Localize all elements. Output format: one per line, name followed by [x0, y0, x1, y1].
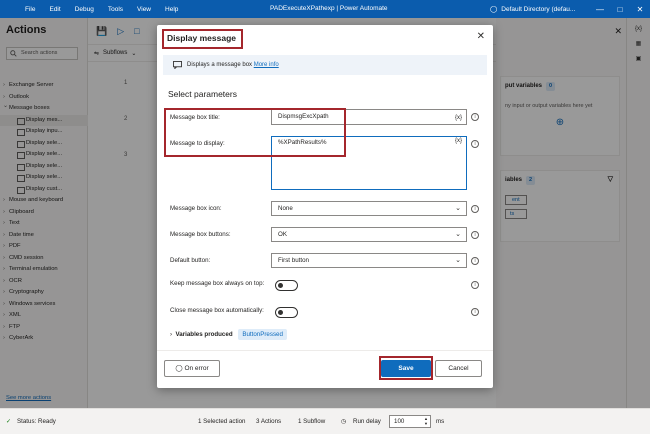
user-icon: ◯ — [490, 6, 498, 13]
auto-close-toggle[interactable] — [275, 307, 298, 318]
status-bar: ✓ Status: Ready 1 Selected action 3 Acti… — [0, 408, 650, 434]
message-to-display-input[interactable]: %XPathResults% {x} — [271, 136, 467, 190]
stepper-icon[interactable]: ▲ ▼ — [424, 416, 428, 426]
menu-help[interactable]: Help — [158, 6, 185, 13]
message-box-buttons-select[interactable]: OK ⌄ — [271, 227, 467, 242]
auto-close-label: Close message box automatically: — [170, 307, 264, 314]
window-title: PADExecuteXPathexp | Power Automate — [270, 5, 388, 12]
maximize-icon[interactable]: □ — [610, 0, 630, 18]
menu-bar: File Edit Debug Tools View Help — [18, 6, 185, 13]
run-delay-value: 100 — [394, 418, 405, 425]
keep-on-top-label: Keep message box always on top: — [170, 280, 265, 287]
on-error-button[interactable]: ◯ On error — [164, 360, 220, 377]
status-text: Status: Ready — [17, 418, 56, 425]
message-box-icon-value: None — [278, 205, 293, 212]
message-box-title-label: Message box title: — [170, 114, 220, 121]
title-bar: File Edit Debug Tools View Help PADExecu… — [0, 0, 650, 18]
minimize-icon[interactable]: — — [590, 0, 610, 18]
shield-icon: ◯ — [175, 365, 183, 372]
save-button[interactable]: Save — [381, 360, 431, 377]
run-delay-unit: ms — [436, 418, 445, 425]
insert-variable-button[interactable]: {x} — [455, 111, 462, 125]
default-button-value: First button — [278, 257, 309, 264]
chevron-down-icon: ⌄ — [455, 257, 461, 264]
actions-count: 3 Actions — [256, 418, 282, 425]
message-to-display-label: Message to display: — [170, 140, 225, 147]
info-icon[interactable]: i — [471, 113, 479, 121]
account-menu[interactable]: ◯ Default Directory (defau... — [490, 5, 576, 14]
run-delay-label: Run delay — [353, 418, 381, 425]
default-button-select[interactable]: First button ⌄ — [271, 253, 467, 268]
message-box-title-input[interactable]: DispmsgExcXpath {x} — [271, 109, 467, 125]
close-icon[interactable]: ✕ — [477, 31, 485, 42]
variables-produced-row[interactable]: › Variables produced ButtonPressed — [170, 329, 287, 340]
description-bar: Displays a message box More info — [163, 55, 487, 75]
display-message-dialog: Display message ✕ Displays a message box… — [157, 25, 493, 388]
section-heading: Select parameters — [168, 89, 237, 99]
message-box-title-value: DispmsgExcXpath — [278, 113, 329, 120]
default-button-label: Default button: — [170, 257, 211, 264]
more-info-link[interactable]: More info — [254, 62, 279, 68]
description-text: Displays a message box — [187, 62, 253, 68]
message-to-display-value: %XPathResults% — [278, 139, 327, 146]
variable-pill[interactable]: ButtonPressed — [238, 329, 287, 340]
window-controls: — □ ✕ — [590, 0, 650, 18]
dialog-title: Display message — [167, 33, 236, 43]
message-icon — [173, 61, 182, 69]
info-icon[interactable]: i — [471, 205, 479, 213]
close-window-icon[interactable]: ✕ — [630, 0, 650, 18]
message-box-icon-select[interactable]: None ⌄ — [271, 201, 467, 216]
status-ok-icon: ✓ — [6, 418, 12, 425]
message-box-buttons-label: Message box buttons: — [170, 231, 231, 238]
cancel-button[interactable]: Cancel — [435, 360, 482, 377]
clock-icon: ◷ — [341, 418, 347, 425]
account-label: Default Directory (defau... — [501, 5, 576, 13]
on-error-label: On error — [184, 365, 209, 372]
footer-divider — [157, 350, 493, 351]
message-box-buttons-value: OK — [278, 231, 287, 238]
selected-count: 1 Selected action — [198, 418, 246, 425]
insert-variable-button[interactable]: {x} — [455, 138, 462, 144]
info-icon[interactable]: i — [471, 140, 479, 148]
chevron-down-icon: ⌄ — [455, 205, 461, 212]
info-icon[interactable]: i — [471, 257, 479, 265]
subflows-count: 1 Subflow — [298, 418, 326, 425]
menu-view[interactable]: View — [130, 6, 158, 13]
chevron-right-icon: › — [170, 331, 174, 338]
variables-produced-label: Variables produced — [175, 331, 233, 338]
keep-on-top-toggle[interactable] — [275, 280, 298, 291]
info-icon[interactable]: i — [471, 308, 479, 316]
menu-edit[interactable]: Edit — [42, 6, 67, 13]
menu-tools[interactable]: Tools — [101, 6, 130, 13]
menu-file[interactable]: File — [18, 6, 42, 13]
info-icon[interactable]: i — [471, 281, 479, 289]
chevron-down-icon: ⌄ — [455, 231, 461, 238]
info-icon[interactable]: i — [471, 231, 479, 239]
message-box-icon-label: Message box icon: — [170, 205, 222, 212]
run-delay-input[interactable]: 100 ▲ ▼ — [389, 415, 431, 428]
menu-debug[interactable]: Debug — [68, 6, 101, 13]
